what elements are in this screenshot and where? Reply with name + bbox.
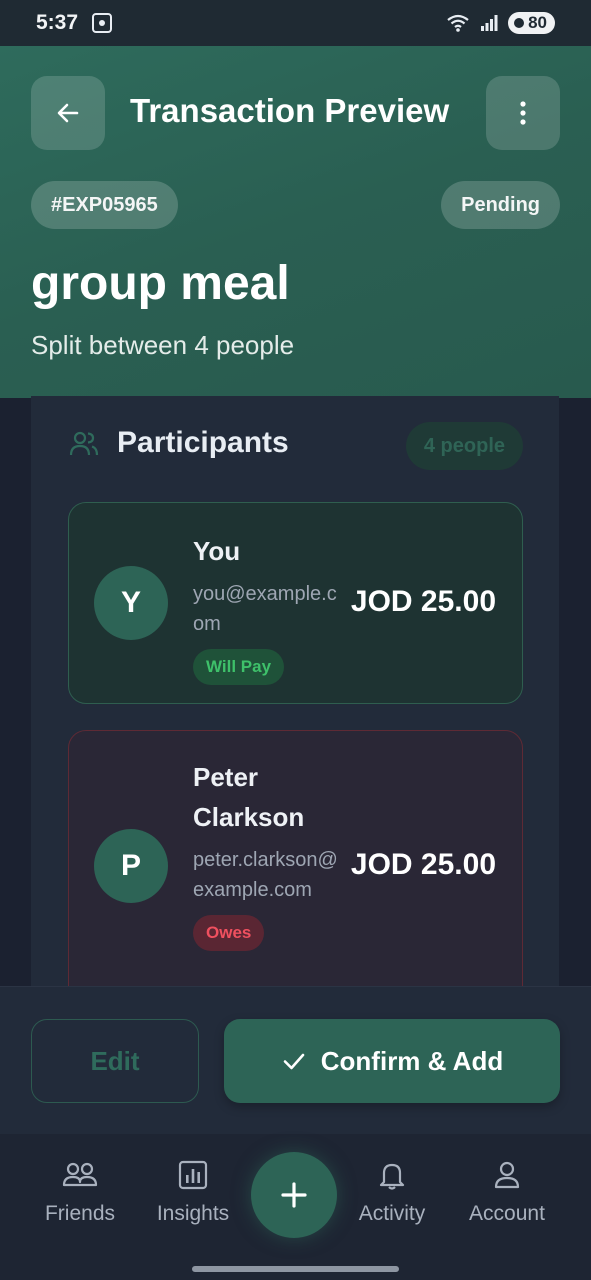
- more-options-button[interactable]: [486, 76, 560, 150]
- users-icon: [69, 431, 99, 456]
- owes-badge: Owes: [193, 915, 265, 951]
- add-expense-button[interactable]: [251, 1152, 337, 1238]
- confirm-add-label: Confirm & Add: [320, 1045, 504, 1076]
- arrow-left-icon: [57, 103, 79, 123]
- more-vertical-icon: [520, 101, 526, 125]
- participant-card: P Peter Clarkson peter.clarkson@example.…: [68, 730, 523, 1016]
- nav-account[interactable]: Account: [447, 1160, 567, 1226]
- signal-icon: [481, 15, 498, 31]
- participants-header: Participants: [69, 426, 289, 460]
- nav-account-label: Account: [469, 1202, 545, 1225]
- avatar: P: [94, 829, 168, 903]
- participants-count: 4 people: [405, 422, 523, 470]
- users-icon: [62, 1162, 98, 1187]
- status-bar: 5:37 80: [0, 0, 591, 46]
- participant-amount: JOD 25.00: [350, 848, 496, 881]
- page-title: Transaction Preview: [130, 92, 450, 129]
- edit-button[interactable]: Edit: [31, 1019, 199, 1103]
- plus-icon: [281, 1182, 307, 1208]
- expense-id-chip: #EXP05965: [31, 181, 178, 229]
- transaction-name: group meal: [31, 257, 290, 310]
- confirm-add-button[interactable]: Confirm & Add: [224, 1019, 560, 1103]
- will-pay-badge: Will Pay: [193, 649, 285, 685]
- user-icon: [494, 1161, 520, 1189]
- split-summary: Split between 4 people: [31, 330, 295, 360]
- status-time: 5:37: [36, 11, 79, 34]
- action-bar: Edit Confirm & Add: [0, 986, 591, 1134]
- participant-email: you@example.com: [193, 583, 337, 635]
- participant-amount: JOD 25.00: [350, 585, 496, 618]
- nav-insights[interactable]: Insights: [133, 1160, 253, 1226]
- participant-info: You you@example.com Will Pay: [193, 531, 338, 685]
- participant-info: Peter Clarkson peter.clarkson@example.co…: [193, 757, 338, 951]
- nav-insights-label: Insights: [156, 1202, 230, 1225]
- nav-friends-label: Friends: [44, 1202, 116, 1225]
- participant-name: You: [193, 536, 241, 566]
- participant-email: peter.clarkson@example.com: [193, 849, 338, 901]
- avatar: Y: [94, 566, 168, 640]
- participant-name: Peter Clarkson: [193, 762, 305, 832]
- participants-title: Participants: [117, 426, 289, 459]
- nav-activity-label: Activity: [358, 1202, 426, 1225]
- participants-card: Participants 4 people Y You you@example.…: [31, 396, 559, 1016]
- battery-indicator: 80: [508, 12, 555, 34]
- home-indicator: [192, 1266, 399, 1272]
- participant-card: Y You you@example.com Will Pay JOD 25.00: [68, 502, 523, 704]
- nav-activity[interactable]: Activity: [332, 1160, 452, 1226]
- status-badge: Pending: [441, 181, 560, 229]
- screenshot-icon: [92, 13, 113, 33]
- bottom-navigation: Friends Insights Activity Account: [0, 1134, 591, 1280]
- check-icon: [283, 1053, 305, 1070]
- battery-level: 80: [528, 13, 547, 32]
- chart-icon: [178, 1160, 208, 1190]
- status-icons: 80: [446, 12, 555, 34]
- wifi-icon: [447, 14, 469, 32]
- nav-friends[interactable]: Friends: [20, 1160, 140, 1226]
- back-button[interactable]: [31, 76, 105, 150]
- transaction-header: Transaction Preview #EXP05965 Pending gr…: [0, 46, 591, 398]
- battery-icon: [514, 18, 525, 28]
- bell-icon: [379, 1163, 405, 1190]
